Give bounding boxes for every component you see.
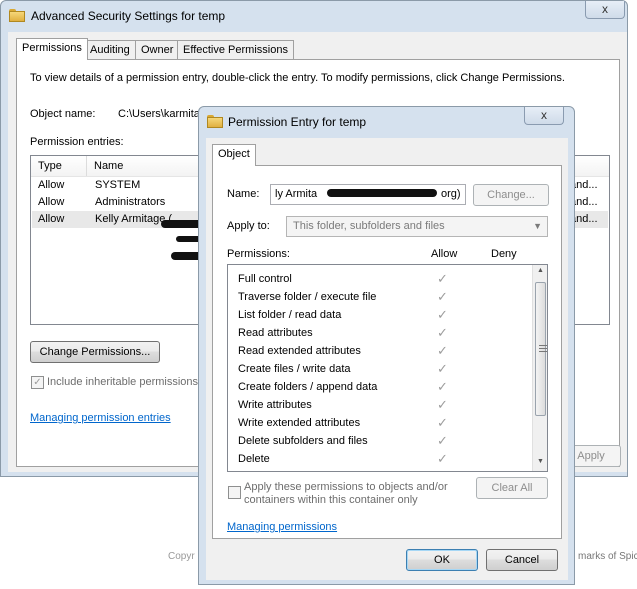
allow-check-icon[interactable]: ✓ bbox=[437, 415, 448, 431]
include-inheritable-checkbox[interactable]: ✓ bbox=[31, 376, 44, 389]
row-type: Allow bbox=[38, 179, 65, 191]
allow-check-icon[interactable]: ✓ bbox=[437, 289, 448, 305]
change-button[interactable]: Change... bbox=[473, 184, 549, 206]
name-field-value-tail: org) bbox=[441, 188, 461, 200]
apply-these-line2: containers within this container only bbox=[244, 494, 418, 506]
permission-name: Create folders / append data bbox=[238, 381, 378, 393]
permissions-list[interactable]: Full control ✓ Traverse folder / execute… bbox=[227, 264, 548, 472]
front-window-title: Permission Entry for temp bbox=[228, 115, 367, 129]
scroll-down-arrow-icon[interactable]: ▼ bbox=[533, 458, 547, 465]
allow-check-icon[interactable]: ✓ bbox=[437, 451, 448, 467]
front-window-titlebar[interactable]: Permission Entry for temp x bbox=[199, 107, 574, 137]
managing-permission-entries-link[interactable]: Managing permission entries bbox=[30, 412, 171, 424]
footer-copyright-text: Copyr bbox=[168, 551, 195, 562]
clear-all-button[interactable]: Clear All bbox=[476, 477, 548, 499]
apply-these-line1: Apply these permissions to objects and/o… bbox=[244, 481, 448, 493]
column-type[interactable]: Type bbox=[38, 160, 62, 172]
back-window-title: Advanced Security Settings for temp bbox=[31, 9, 226, 23]
allow-header: Allow bbox=[431, 248, 458, 260]
allow-check-icon[interactable]: ✓ bbox=[437, 397, 448, 413]
permission-name: Traverse folder / execute file bbox=[238, 291, 377, 303]
include-inheritable-label: Include inheritable permissions fr bbox=[47, 376, 208, 388]
apply-these-permissions-checkbox[interactable] bbox=[228, 486, 241, 499]
permission-row-read-attributes[interactable]: Read attributes ✓ bbox=[228, 324, 542, 342]
row-name: Administrators bbox=[95, 196, 166, 208]
tab-object[interactable]: Object bbox=[212, 144, 256, 166]
folder-icon bbox=[9, 9, 25, 22]
permission-name: Write attributes bbox=[238, 399, 312, 411]
allow-check-icon[interactable]: ✓ bbox=[437, 361, 448, 377]
redaction-scribble bbox=[327, 189, 437, 197]
tab-permissions[interactable]: Permissions bbox=[16, 38, 88, 60]
apply-to-dropdown[interactable]: This folder, subfolders and files ▼ bbox=[286, 216, 548, 237]
allow-check-icon[interactable]: ✓ bbox=[437, 325, 448, 341]
row-type: Allow bbox=[38, 213, 65, 225]
front-window-client: Object Name: ly Armita org) Change... Ap… bbox=[206, 138, 568, 580]
permissions-label: Permissions: bbox=[227, 248, 290, 260]
ok-button[interactable]: OK bbox=[406, 549, 478, 571]
column-name[interactable]: Name bbox=[94, 160, 123, 172]
back-close-button[interactable]: x bbox=[585, 1, 625, 19]
permission-name: Read extended attributes bbox=[238, 345, 361, 357]
allow-check-icon[interactable]: ✓ bbox=[437, 307, 448, 323]
permission-name: Create files / write data bbox=[238, 363, 351, 375]
permission-row-full-control[interactable]: Full control ✓ bbox=[228, 270, 542, 288]
permission-row-delete-subfolders[interactable]: Delete subfolders and files ✓ bbox=[228, 432, 542, 450]
permission-row-create-folders[interactable]: Create folders / append data ✓ bbox=[228, 378, 542, 396]
apply-to-label: Apply to: bbox=[227, 220, 270, 232]
folder-icon bbox=[207, 115, 223, 128]
permission-row-traverse[interactable]: Traverse folder / execute file ✓ bbox=[228, 288, 542, 306]
allow-check-icon[interactable]: ✓ bbox=[437, 271, 448, 287]
permission-name: List folder / read data bbox=[238, 309, 342, 321]
tab-auditing[interactable]: Auditing bbox=[84, 40, 136, 60]
permission-row-list-folder[interactable]: List folder / read data ✓ bbox=[228, 306, 542, 324]
permission-entries-label: Permission entries: bbox=[30, 136, 124, 148]
object-tab-panel: Name: ly Armita org) Change... Apply to:… bbox=[212, 165, 562, 539]
permission-entry-window: Permission Entry for temp x Object Name:… bbox=[198, 106, 575, 585]
instructions-text: To view details of a permission entry, d… bbox=[30, 72, 565, 84]
cancel-button[interactable]: Cancel bbox=[486, 549, 558, 571]
permission-row-delete[interactable]: Delete ✓ bbox=[228, 450, 542, 468]
tab-owner[interactable]: Owner bbox=[135, 40, 180, 60]
permissions-scrollbar[interactable]: ▲ ▼ bbox=[532, 265, 547, 471]
permission-name: Full control bbox=[238, 273, 292, 285]
row-name: SYSTEM bbox=[95, 179, 141, 191]
apply-to-value: This folder, subfolders and files bbox=[293, 220, 445, 232]
permission-name: Delete bbox=[238, 453, 270, 465]
front-close-button[interactable]: x bbox=[524, 107, 564, 125]
permission-row-create-files[interactable]: Create files / write data ✓ bbox=[228, 360, 542, 378]
deny-header: Deny bbox=[491, 248, 517, 260]
footer-trademarks-text: marks of Spice bbox=[578, 551, 637, 562]
chevron-down-icon: ▼ bbox=[533, 221, 542, 231]
name-field-value: ly Armita bbox=[275, 188, 318, 200]
permission-name: Delete subfolders and files bbox=[238, 435, 368, 447]
object-name-value: C:\Users\karmita bbox=[118, 108, 200, 120]
tab-effective-permissions[interactable]: Effective Permissions bbox=[177, 40, 294, 60]
object-name-label: Object name: bbox=[30, 108, 96, 120]
allow-check-icon[interactable]: ✓ bbox=[437, 379, 448, 395]
row-type: Allow bbox=[38, 196, 65, 208]
permission-row-write-attributes[interactable]: Write attributes ✓ bbox=[228, 396, 542, 414]
permission-name: Write extended attributes bbox=[238, 417, 361, 429]
managing-permissions-link[interactable]: Managing permissions bbox=[227, 521, 337, 533]
back-window-titlebar[interactable]: Advanced Security Settings for temp x bbox=[1, 1, 627, 31]
permission-row-read-extended[interactable]: Read extended attributes ✓ bbox=[228, 342, 542, 360]
permission-row-write-extended[interactable]: Write extended attributes ✓ bbox=[228, 414, 542, 432]
name-label: Name: bbox=[227, 188, 260, 200]
change-permissions-button[interactable]: Change Permissions... bbox=[30, 341, 160, 363]
redaction-scribble bbox=[161, 220, 203, 228]
permission-name: Read attributes bbox=[238, 327, 313, 339]
scroll-up-arrow-icon[interactable]: ▲ bbox=[533, 267, 547, 274]
allow-check-icon[interactable]: ✓ bbox=[437, 433, 448, 449]
scrollbar-thumb[interactable] bbox=[535, 282, 547, 416]
allow-check-icon[interactable]: ✓ bbox=[437, 343, 448, 359]
